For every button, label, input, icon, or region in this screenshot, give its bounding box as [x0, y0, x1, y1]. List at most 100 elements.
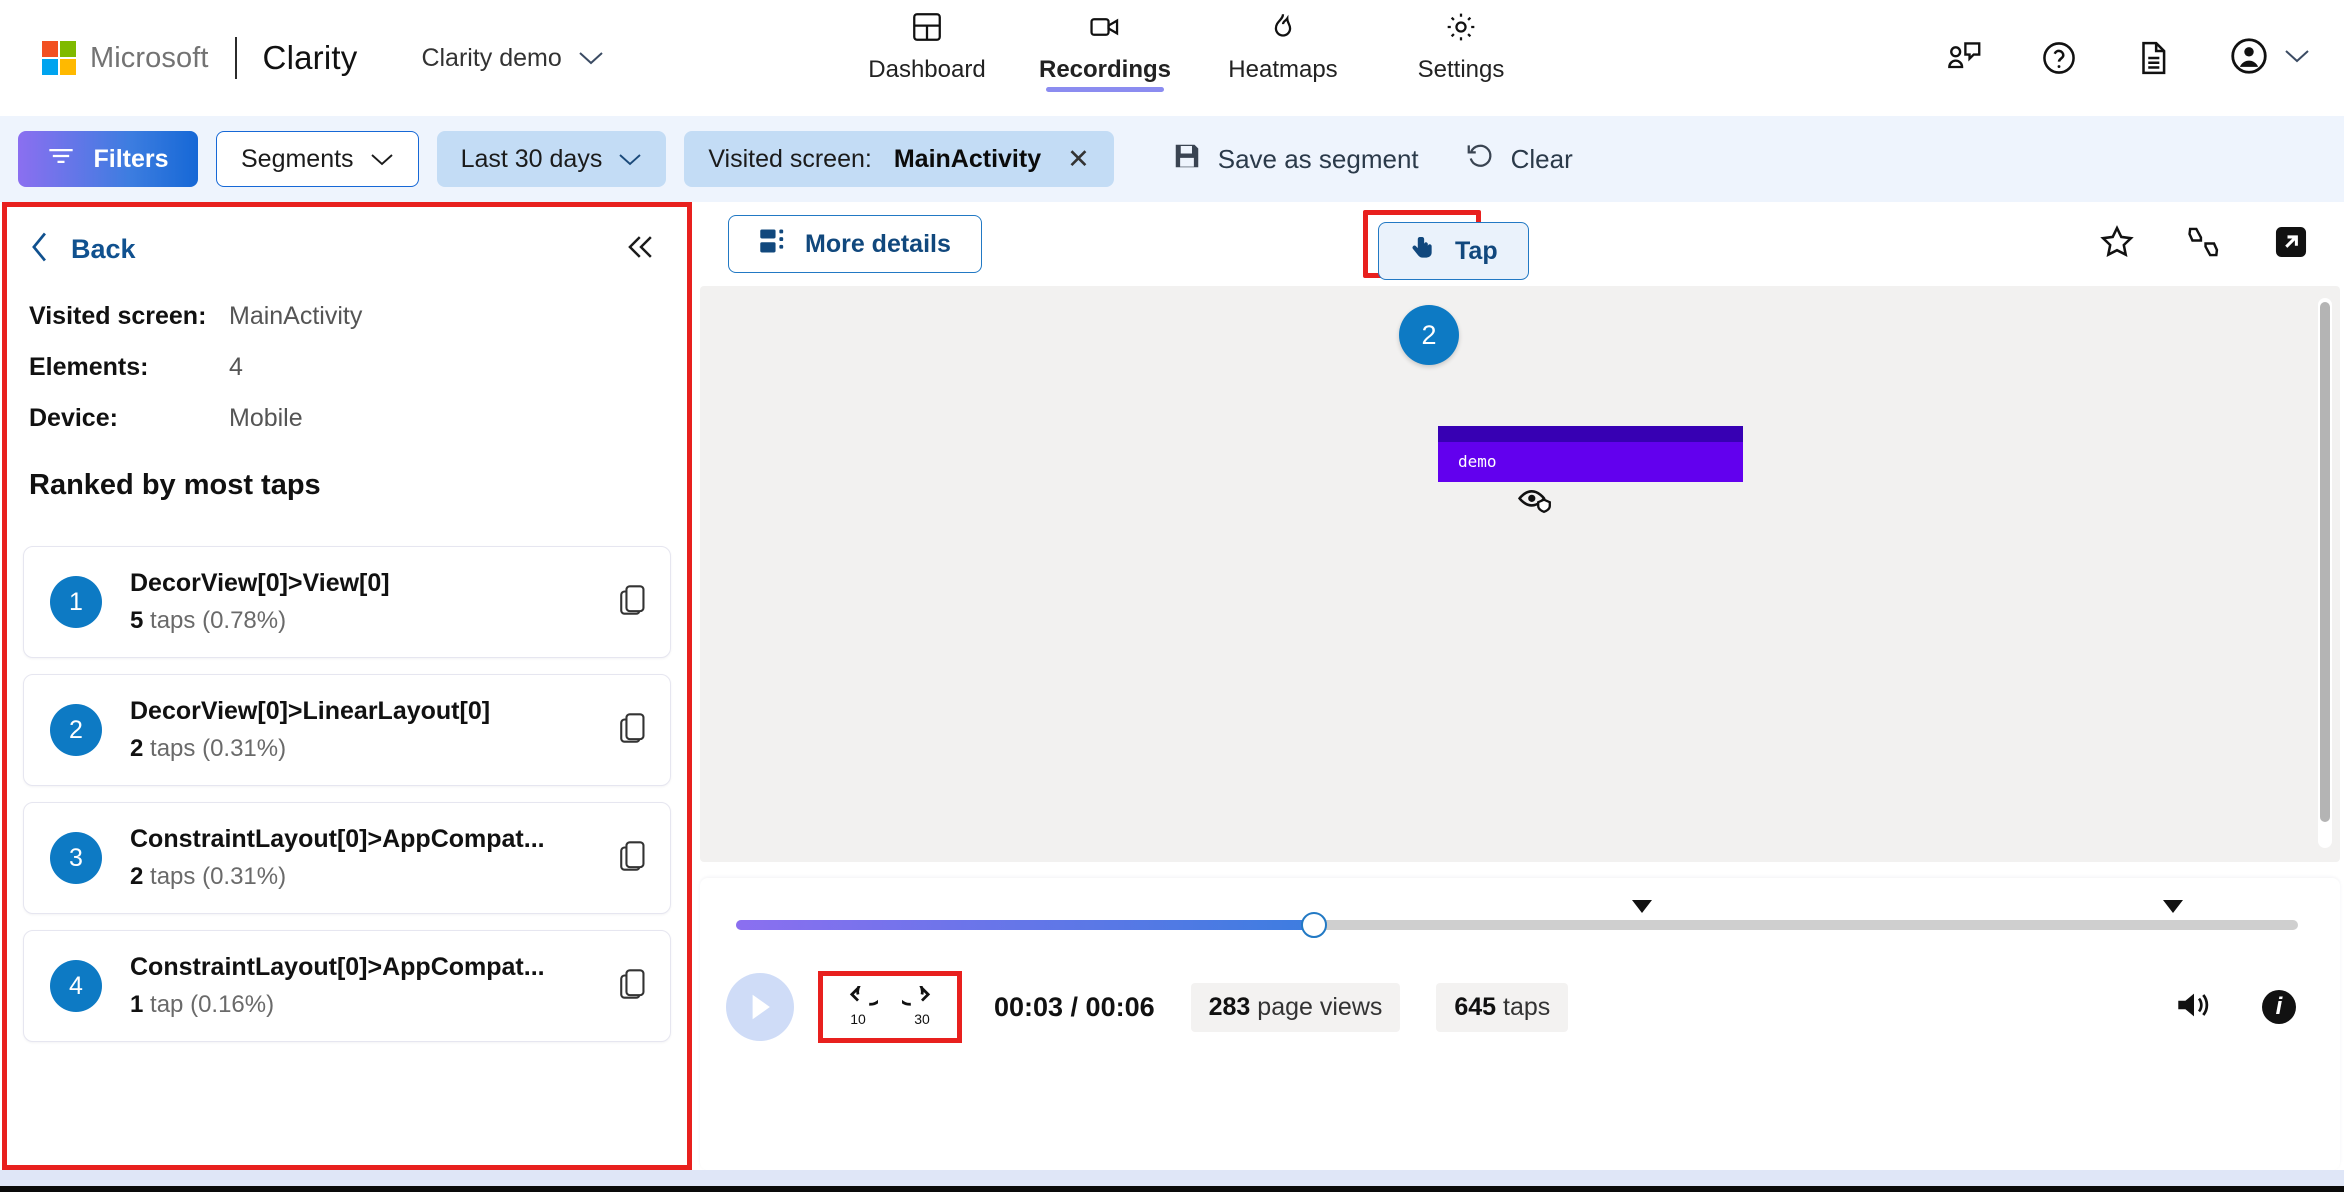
page-views-count: 283 — [1208, 992, 1251, 1021]
microsoft-wordmark: Microsoft — [90, 41, 209, 74]
dashboard-icon — [910, 10, 944, 49]
info-icon[interactable]: i — [2262, 990, 2296, 1024]
list-item-body: ConstraintLayout[0]>AppCompat... 2 taps … — [130, 825, 608, 891]
page-views-stat: 283 page views — [1190, 982, 1401, 1032]
tap-percent: (0.31%) — [202, 735, 287, 762]
viewer-toolbar-actions — [2098, 202, 2310, 286]
detail-row-elements: Elements: 4 — [29, 353, 665, 382]
element-stats: 2 taps (0.31%) — [130, 863, 608, 891]
taps-count: 645 — [1454, 992, 1497, 1021]
list-item[interactable]: 2 DecorView[0]>LinearLayout[0] 2 taps (0… — [23, 674, 671, 786]
list-item[interactable]: 1 DecorView[0]>View[0] 5 taps (0.78%) — [23, 546, 671, 658]
open-external-icon[interactable] — [2272, 223, 2310, 266]
feedback-icon[interactable] — [1944, 40, 1984, 76]
seek-progress — [736, 920, 1314, 930]
favorite-star-icon[interactable] — [2098, 223, 2136, 266]
date-range-dropdown[interactable]: Last 30 days — [436, 131, 667, 187]
list-item[interactable]: 3 ConstraintLayout[0]>AppCompat... 2 tap… — [23, 802, 671, 914]
seek-thumb[interactable] — [1300, 912, 1327, 938]
list-item-body: ConstraintLayout[0]>AppCompat... 1 tap (… — [130, 953, 608, 1019]
chapter-marker[interactable] — [1631, 900, 1652, 913]
element-stats: 1 tap (0.16%) — [130, 991, 608, 1019]
tap-count: 2 — [130, 863, 144, 890]
window-bottom-bar — [0, 1186, 2344, 1192]
collapse-panel-icon[interactable] — [625, 233, 657, 266]
detail-key: Visited screen: — [29, 302, 207, 330]
player-right-actions: i — [2174, 952, 2296, 1062]
copy-selector-icon[interactable] — [618, 839, 648, 878]
save-as-segment-button[interactable]: Save as segment — [1158, 141, 1433, 178]
screen-details: Visited screen: MainActivity Elements: 4… — [7, 268, 687, 433]
app-header: Microsoft Clarity Clarity demo Dashboard… — [0, 0, 2344, 116]
segments-label: Segments — [241, 144, 354, 173]
chevron-down-icon — [2284, 48, 2310, 69]
project-name: Clarity demo — [421, 43, 562, 72]
chip-key: Visited screen: — [708, 144, 872, 173]
microsoft-logo-icon — [42, 41, 76, 75]
detail-value: MainActivity — [229, 302, 363, 330]
copy-selector-icon[interactable] — [618, 583, 648, 622]
status-bar — [1438, 426, 1743, 442]
back-button[interactable]: Back — [29, 231, 136, 268]
docs-icon[interactable] — [2134, 39, 2172, 77]
mobile-screen-preview: demo Masked Text GO TO SECOND ACTIVITY G… — [919, 286, 2101, 862]
tap-count: 2 — [130, 735, 144, 762]
page-views-label: page views — [1257, 992, 1383, 1021]
transport-controls: 10 30 00:03 / 00:06 283 page views 645 t… — [700, 952, 2340, 1062]
taps-stat: 645 taps — [1436, 982, 1569, 1032]
detail-value: Mobile — [229, 404, 303, 432]
element-stats: 2 taps (0.31%) — [130, 735, 608, 763]
recordings-camera-icon — [1088, 10, 1122, 49]
list-item[interactable]: 4 ConstraintLayout[0]>AppCompat... 1 tap… — [23, 930, 671, 1042]
detail-value: 4 — [229, 353, 243, 381]
brand-divider — [234, 37, 237, 79]
filter-lines-icon — [47, 145, 75, 174]
copy-selector-icon[interactable] — [618, 711, 648, 750]
tap-unit: taps — [150, 735, 196, 762]
more-details-button[interactable]: More details — [728, 215, 982, 273]
volume-icon[interactable] — [2174, 987, 2214, 1028]
rank-badge: 1 — [50, 576, 102, 628]
feedback-thumbs-icon[interactable] — [2184, 223, 2224, 266]
rewind-10-button[interactable]: 10 — [837, 986, 879, 1028]
account-menu[interactable] — [2228, 35, 2310, 82]
tap-unit: tap — [150, 991, 184, 1018]
viewer-toolbar: More details Tap — [700, 202, 2340, 286]
nav-tab-dashboard[interactable]: Dashboard — [838, 4, 1016, 94]
element-stats: 5 taps (0.78%) — [130, 607, 608, 635]
save-as-segment-label: Save as segment — [1217, 143, 1419, 174]
main-nav: Dashboard Recordings Heatmaps Settings — [838, 4, 1550, 94]
nav-label-heatmaps: Heatmaps — [1228, 56, 1338, 83]
clear-filters-button[interactable]: Clear — [1451, 141, 1587, 178]
segments-dropdown[interactable]: Segments — [216, 131, 419, 187]
stage-scrollbar[interactable] — [2318, 298, 2332, 848]
nav-tab-heatmaps[interactable]: Heatmaps — [1194, 4, 1372, 94]
visited-screen-filter-chip[interactable]: Visited screen: MainActivity ✕ — [684, 131, 1114, 187]
gear-icon — [1444, 10, 1478, 49]
tap-button[interactable]: Tap — [1378, 222, 1529, 280]
list-item-body: DecorView[0]>LinearLayout[0] 2 taps (0.3… — [130, 697, 608, 763]
nav-tab-settings[interactable]: Settings — [1372, 4, 1550, 94]
close-icon[interactable]: ✕ — [1067, 144, 1090, 175]
copy-selector-icon[interactable] — [618, 967, 648, 1006]
detail-key: Elements: — [29, 353, 149, 381]
project-selector[interactable]: Clarity demo — [421, 44, 603, 73]
nav-label-dashboard: Dashboard — [868, 56, 986, 83]
chevron-down-icon — [618, 145, 642, 174]
nav-tab-recordings[interactable]: Recordings — [1016, 4, 1194, 94]
help-icon[interactable] — [2040, 39, 2078, 77]
tap-count: 5 — [130, 607, 144, 634]
seek-bar[interactable] — [736, 900, 2298, 940]
ranked-element-list: 1 DecorView[0]>View[0] 5 taps (0.78%) 2 … — [7, 546, 687, 1042]
rank-badge: 4 — [50, 960, 102, 1012]
taps-label: taps — [1503, 992, 1551, 1021]
tap-label: Tap — [1455, 236, 1498, 265]
heatmap-marker-2[interactable]: 2 — [1399, 305, 1459, 365]
play-button[interactable] — [726, 973, 794, 1041]
filters-button[interactable]: Filters — [18, 131, 198, 187]
chapter-marker[interactable] — [2163, 900, 2184, 913]
element-selector: DecorView[0]>View[0] — [130, 569, 390, 597]
forward-30-button[interactable]: 30 — [901, 986, 943, 1028]
header-actions — [1944, 0, 2310, 116]
timecode: 00:03 / 00:06 — [994, 991, 1155, 1022]
